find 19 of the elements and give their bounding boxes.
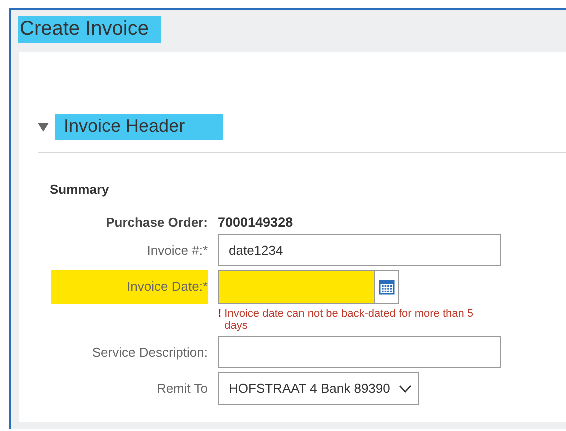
field-label: Remit To (156, 381, 208, 396)
field-label: Invoice Date:* (51, 270, 208, 304)
summary-heading: Summary (50, 182, 110, 197)
date-field[interactable] (218, 270, 375, 304)
calendar-icon (378, 279, 394, 295)
purchase-order-value: 7000149328 (218, 215, 294, 230)
error-mark: ! (218, 308, 222, 322)
field-label: Service Description: (91, 344, 208, 360)
error-message: Invoice date can not be back-dated for more than 5 days (224, 308, 475, 332)
field-label: Purchase Order: (105, 215, 208, 230)
input-field[interactable] (218, 336, 501, 368)
chevron-down-icon (399, 384, 412, 392)
section-title: Invoice Header (55, 114, 224, 140)
calendar-button[interactable] (375, 270, 399, 304)
input-field[interactable]: date1234 (218, 234, 501, 266)
page-title: Create Invoice (18, 16, 161, 43)
collapse-triangle-icon[interactable] (38, 122, 49, 132)
remit-to-dropdown[interactable]: HOFSTRAAT 4 Bank 89390 (218, 372, 419, 405)
field-label: Invoice #:* (146, 242, 208, 258)
